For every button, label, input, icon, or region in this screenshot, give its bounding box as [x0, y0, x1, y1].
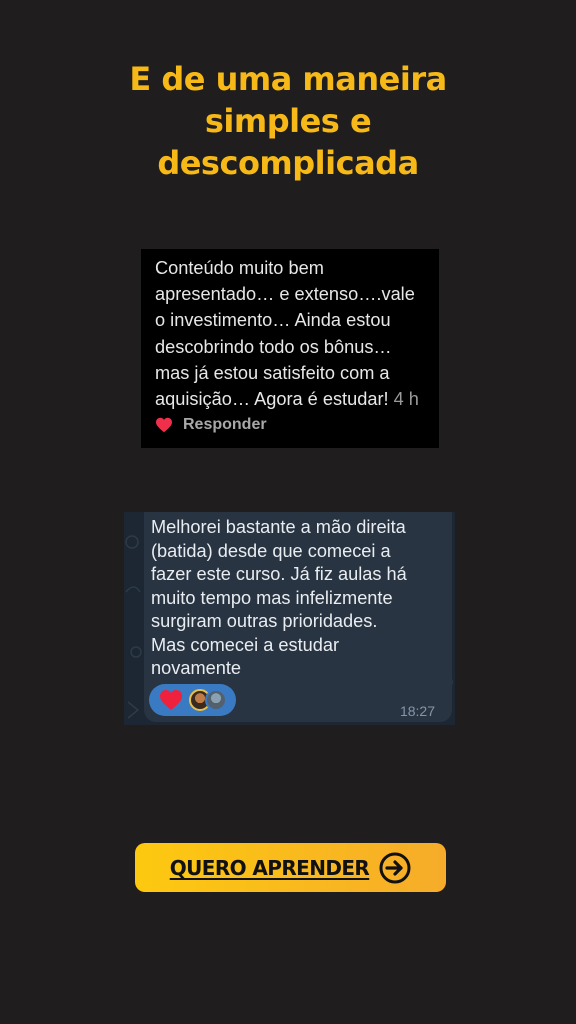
heart-icon — [159, 689, 183, 715]
arrow-right-circle-icon — [379, 852, 411, 884]
headline-line: descomplicada — [157, 144, 419, 182]
cta-button[interactable]: QUERO APRENDER — [135, 843, 446, 892]
comment-line: aquisição… Agora é estudar! — [155, 389, 389, 410]
comment-line-last: aquisição… Agora é estudar! 4 h — [155, 386, 439, 412]
chat-line: Mas comecei a estudar — [151, 634, 340, 655]
comment-timestamp: 4 h — [393, 389, 419, 410]
headline: E de uma maneira simples e descomplicada — [0, 58, 576, 184]
chat-line: surgiram outras prioridades. — [151, 611, 378, 631]
cta-label: QUERO APRENDER — [169, 855, 370, 880]
chat-line: fazer este curso. Já fiz aulas há — [151, 564, 407, 584]
comment-line: apresentado… e extenso….vale — [155, 284, 415, 305]
chat-line: muito tempo mas infelizmente — [151, 587, 393, 608]
headline-line: E de uma maneira — [129, 60, 447, 98]
comment-line: mas já estou satisfeito com a — [155, 362, 390, 383]
testimonial-comment-card: Conteúdo muito bem apresentado… e extens… — [141, 249, 439, 448]
testimonial-chat-card: Melhorei bastante a mão direita (batida)… — [124, 512, 455, 725]
chat-line: (batida) desde que comecei a — [151, 540, 391, 561]
chat-line: novamente — [151, 658, 241, 678]
comment-actions: Responder — [155, 416, 267, 434]
comment-line: o investimento… Ainda estou — [155, 310, 391, 331]
chat-line: Melhorei bastante a mão direita — [151, 517, 406, 537]
heart-icon[interactable] — [155, 417, 173, 433]
comment-line: Conteúdo muito bem — [155, 258, 324, 278]
comment-line: descobrindo todo os bônus… — [155, 336, 392, 357]
chat-message-text: Melhorei bastante a mão direita (batida)… — [151, 516, 407, 681]
avatar — [205, 689, 227, 711]
message-timestamp: 18:27 — [399, 703, 435, 719]
reply-link[interactable]: Responder — [183, 416, 267, 434]
headline-line: simples e — [204, 102, 372, 140]
reaction-pill[interactable] — [149, 684, 236, 716]
testimonial-comment-text: Conteúdo muito bem apresentado… e extens… — [155, 255, 439, 412]
